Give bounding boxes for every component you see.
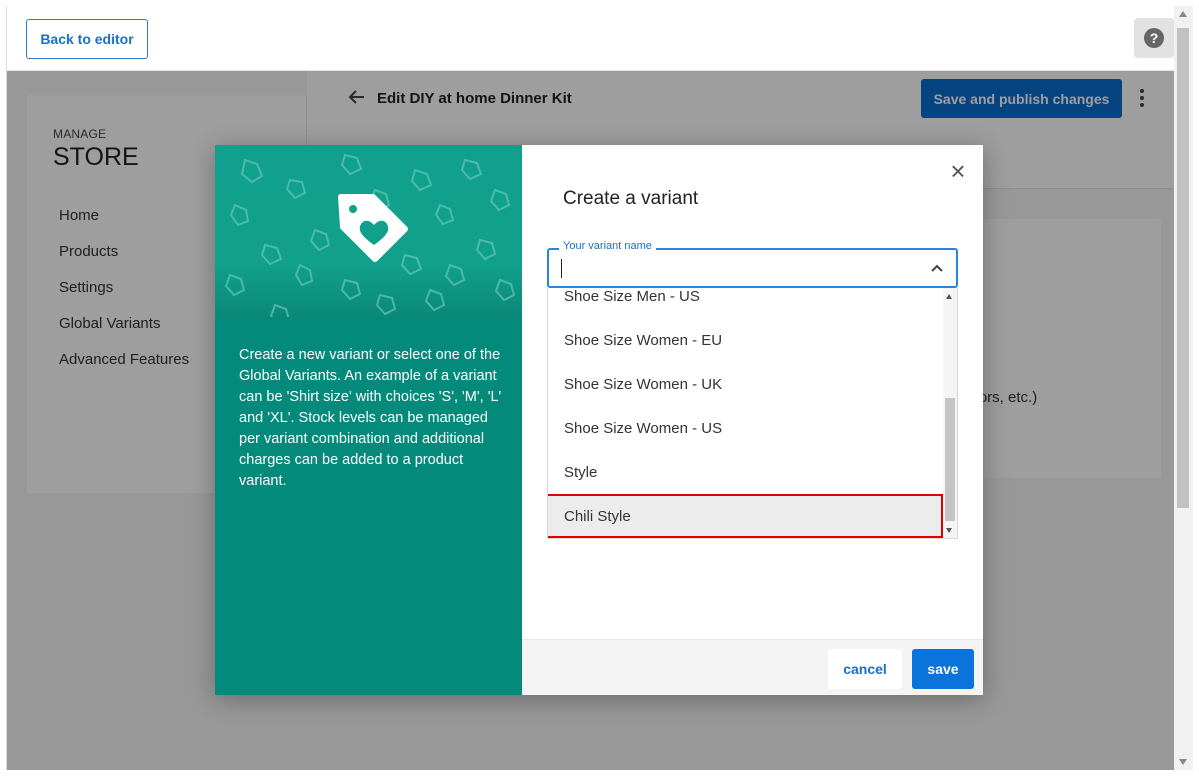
- cancel-button[interactable]: cancel: [828, 649, 902, 689]
- list-item[interactable]: Shoe Size Men - US: [548, 288, 943, 318]
- list-item[interactable]: Shoe Size Women - EU: [548, 318, 943, 362]
- chevron-up-icon[interactable]: [927, 258, 947, 278]
- modal-description: Create a new variant or select one of th…: [239, 347, 502, 489]
- tags-illustration: [215, 145, 522, 317]
- help-icon: ?: [1144, 28, 1164, 48]
- variant-options-list[interactable]: Shoe Size Men - US Shoe Size Women - EU …: [547, 288, 958, 539]
- list-item[interactable]: Style: [548, 450, 943, 494]
- modal-form-panel: × Create a variant Your variant name Sho…: [522, 145, 983, 695]
- options-scrollbar[interactable]: [943, 288, 957, 538]
- create-variant-modal: Create a new variant or select one of th…: [215, 145, 983, 695]
- modal-info-panel: Create a new variant or select one of th…: [215, 145, 522, 695]
- page-scrollbar[interactable]: [1174, 6, 1193, 770]
- top-bar: Back to editor ?: [7, 6, 1174, 71]
- list-item-highlighted[interactable]: Chili Style: [548, 494, 943, 538]
- modal-footer: cancel save: [522, 639, 983, 695]
- close-icon[interactable]: ×: [946, 158, 970, 184]
- variant-name-label: Your variant name: [559, 240, 656, 252]
- back-to-editor-button[interactable]: Back to editor: [26, 19, 148, 59]
- save-button[interactable]: save: [912, 649, 974, 689]
- help-button[interactable]: ?: [1134, 18, 1174, 58]
- list-item[interactable]: Shoe Size Women - UK: [548, 362, 943, 406]
- text-cursor: [561, 259, 562, 278]
- list-item[interactable]: Shoe Size Women - US: [548, 406, 943, 450]
- price-tag-heart-icon: [338, 194, 408, 262]
- variant-name-input[interactable]: Your variant name: [547, 240, 958, 288]
- modal-title: Create a variant: [563, 188, 699, 209]
